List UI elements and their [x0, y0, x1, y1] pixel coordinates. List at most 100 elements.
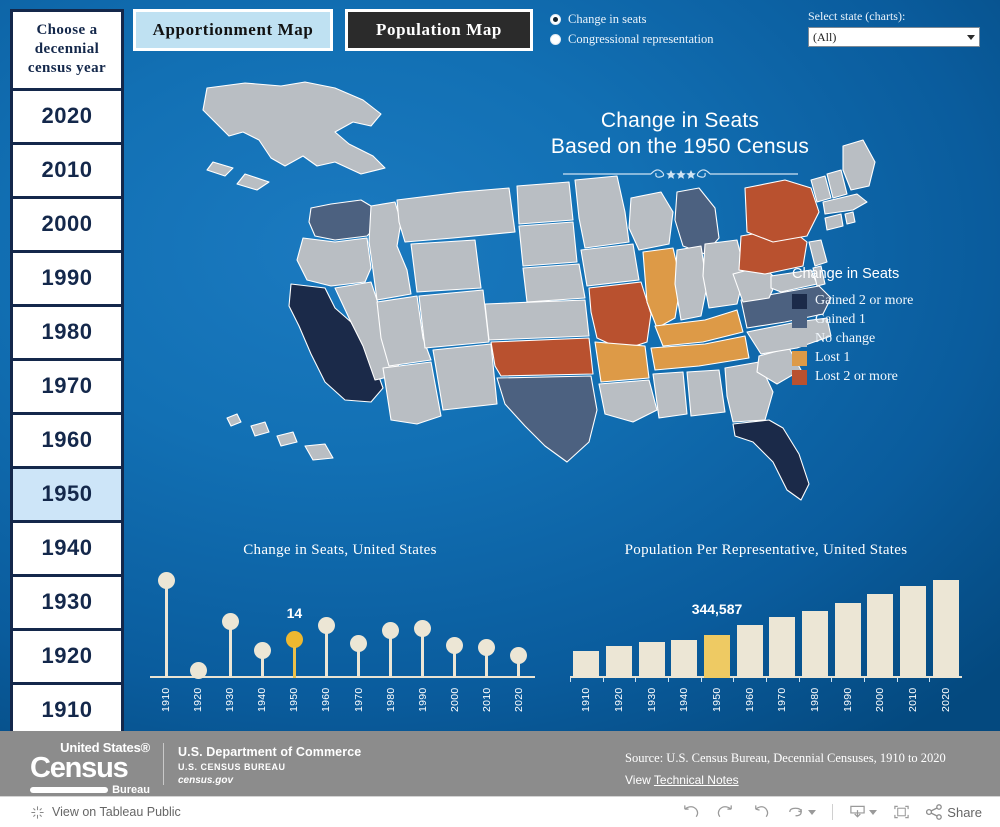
- year-button-1990[interactable]: 1990: [13, 253, 121, 304]
- map-state-WI[interactable]: [628, 191, 674, 251]
- year-button-2020[interactable]: 2020: [13, 91, 121, 142]
- map-state-HI[interactable]: [226, 413, 334, 461]
- map-state-MN[interactable]: [574, 175, 630, 249]
- map-state-AR[interactable]: [594, 341, 650, 383]
- bar-item-1940[interactable]: [668, 640, 701, 678]
- year-button-1970[interactable]: 1970: [13, 361, 121, 412]
- map-state-AK[interactable]: [202, 81, 386, 191]
- bar-item-1970[interactable]: [766, 617, 799, 678]
- lollipop-item-1960[interactable]: [310, 617, 342, 678]
- legend-item-2[interactable]: No change: [792, 331, 913, 347]
- year-button-1950[interactable]: 1950: [13, 469, 121, 520]
- bar-item-1950[interactable]: [701, 635, 734, 678]
- bar-item-1930[interactable]: [635, 642, 668, 678]
- bar-item-1920[interactable]: [603, 646, 636, 678]
- map-state-TX[interactable]: [496, 375, 598, 463]
- bureau-name: U.S. CENSUS BUREAU: [178, 762, 286, 772]
- revert-icon[interactable]: [751, 804, 770, 820]
- map-state-WA[interactable]: [308, 199, 376, 241]
- download-dropdown-caret-icon[interactable]: [869, 809, 878, 815]
- map-state-LA[interactable]: [598, 379, 658, 423]
- map-state-IN[interactable]: [674, 245, 708, 321]
- bar-item-1990[interactable]: [831, 603, 864, 678]
- lollipop-item-1920[interactable]: [182, 662, 214, 679]
- tableau-sparkle-icon: [31, 805, 44, 819]
- lollipop-item-1930[interactable]: [214, 613, 246, 678]
- map-state-AL[interactable]: [686, 369, 726, 417]
- map-state-FL[interactable]: [732, 419, 810, 501]
- lollipop-item-2010[interactable]: [471, 639, 503, 678]
- axis-tick-label-1910: 1910: [160, 687, 173, 713]
- map-state-MO[interactable]: [588, 281, 652, 351]
- share-button[interactable]: Share: [926, 804, 982, 820]
- axis-tick-label-1910: 1910: [580, 687, 593, 713]
- radio-change-in-seats[interactable]: Change in seats: [550, 12, 713, 27]
- map-state-OR[interactable]: [296, 237, 372, 287]
- technical-notes-link[interactable]: Technical Notes: [654, 773, 739, 787]
- axis-tick-label-1990: 1990: [841, 687, 854, 713]
- lollipop-item-1910[interactable]: [150, 572, 182, 678]
- population-per-representative-chart[interactable]: 1910 1920 1930 1940 1950 344,587 1960 1970 1980 1…: [570, 580, 962, 720]
- lollipop-stem: [421, 636, 425, 678]
- year-button-2010[interactable]: 2010: [13, 145, 121, 196]
- year-button-1910[interactable]: 1910: [13, 685, 121, 731]
- undo-icon[interactable]: [681, 804, 700, 820]
- lollipop-item-1980[interactable]: [375, 622, 407, 678]
- state-select-dropdown[interactable]: (All): [808, 27, 980, 47]
- lollipop-item-1950[interactable]: [278, 631, 310, 678]
- bar-item-1910[interactable]: [570, 651, 603, 678]
- change-in-seats-chart[interactable]: 1910 1920 1930 1940 1950 14 1960 1970 1980 1990 20…: [150, 572, 535, 720]
- lollipop-item-2000[interactable]: [439, 637, 471, 678]
- tab-apportionment-map[interactable]: Apportionment Map: [133, 9, 333, 51]
- us-apportionment-map[interactable]: [185, 70, 876, 510]
- year-button-1930[interactable]: 1930: [13, 577, 121, 628]
- year-button-1940[interactable]: 1940: [13, 523, 121, 574]
- map-state-OK[interactable]: [490, 337, 594, 377]
- bar-item-1980[interactable]: [799, 611, 832, 678]
- legend-item-1[interactable]: Gained 1: [792, 312, 913, 328]
- map-state-NJ[interactable]: [808, 239, 828, 267]
- year-button-1960[interactable]: 1960: [13, 415, 121, 466]
- bar-item-1960[interactable]: [733, 625, 766, 678]
- map-state-ND[interactable]: [516, 181, 574, 225]
- year-button-1920[interactable]: 1920: [13, 631, 121, 682]
- map-state-MT[interactable]: [396, 187, 516, 243]
- year-button-2000[interactable]: 2000: [13, 199, 121, 250]
- axis-tick-label-2020: 2020: [512, 687, 525, 713]
- redo-icon[interactable]: [716, 804, 735, 820]
- legend-item-3[interactable]: Lost 1: [792, 350, 913, 366]
- map-state-AZ[interactable]: [382, 361, 442, 425]
- download-icon[interactable]: [849, 804, 878, 820]
- refresh-dropdown-caret-icon[interactable]: [808, 809, 817, 815]
- lollipop-item-2020[interactable]: [503, 647, 535, 678]
- map-state-SD[interactable]: [518, 221, 578, 267]
- map-state-CO[interactable]: [418, 289, 490, 349]
- map-state-IA[interactable]: [580, 243, 640, 287]
- axis-tick-label-1970: 1970: [776, 687, 789, 713]
- map-state-NY[interactable]: [744, 179, 820, 243]
- bar-item-2020[interactable]: [929, 580, 962, 678]
- radio-congressional-representation[interactable]: Congressional representation: [550, 32, 713, 47]
- year-button-1980[interactable]: 1980: [13, 307, 121, 358]
- bar-item-2000[interactable]: [864, 594, 897, 678]
- fullscreen-icon[interactable]: [893, 804, 910, 820]
- legend-item-0[interactable]: Gained 2 or more: [792, 293, 913, 309]
- tab-population-map[interactable]: Population Map: [345, 9, 533, 51]
- lollipop-item-1940[interactable]: [246, 642, 278, 678]
- legend-item-4[interactable]: Lost 2 or more: [792, 369, 913, 385]
- map-state-CT[interactable]: [824, 213, 844, 231]
- map-state-NE[interactable]: [522, 263, 586, 303]
- lollipop-item-1990[interactable]: [407, 620, 439, 678]
- map-state-RI[interactable]: [844, 211, 856, 225]
- bar-item-2010[interactable]: [897, 586, 930, 678]
- map-state-ME[interactable]: [842, 139, 876, 191]
- map-state-WY[interactable]: [410, 239, 482, 293]
- view-on-tableau-public-button[interactable]: View on Tableau Public: [30, 805, 181, 820]
- lollipop-item-1970[interactable]: [343, 635, 375, 678]
- refresh-icon[interactable]: [786, 804, 817, 820]
- legend-label: Gained 2 or more: [815, 293, 914, 308]
- map-state-MS[interactable]: [652, 371, 688, 419]
- tableau-toolbar-actions: Share: [681, 804, 982, 820]
- map-state-NM[interactable]: [432, 343, 498, 411]
- map-state-KS[interactable]: [484, 299, 590, 341]
